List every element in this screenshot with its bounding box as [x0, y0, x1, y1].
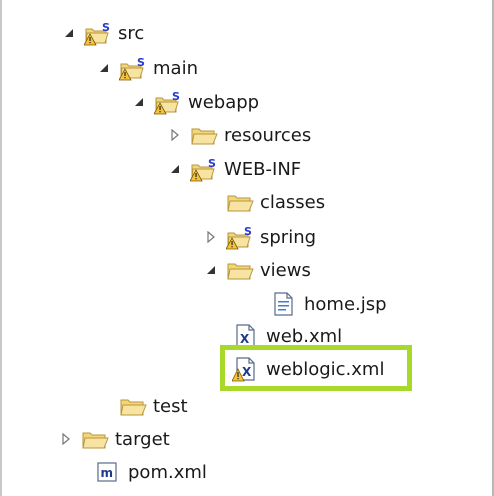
svg-text:S: S — [102, 21, 110, 34]
tree-item-label: views — [260, 259, 311, 281]
tree-item-label: WEB-INF — [224, 158, 302, 180]
tree-item-classes[interactable]: classes — [204, 187, 325, 217]
folder-icon — [119, 393, 147, 419]
tree-item-label: main — [153, 57, 198, 79]
tree-item-label: weblogic.xml — [266, 358, 385, 380]
source-folder-warning-icon: S — [190, 156, 218, 182]
maven-pom-icon: m — [94, 459, 122, 485]
tree-item-target[interactable]: target — [59, 424, 170, 454]
jsp-file-icon — [270, 291, 298, 317]
tree-item-src[interactable]: S src — [62, 18, 144, 48]
tree-item-webapp[interactable]: S webapp — [132, 87, 259, 117]
project-explorer-tree: S src S main S webapp resources S WEB-IN… — [0, 0, 494, 496]
tree-item-web-inf[interactable]: S WEB-INF — [168, 154, 301, 184]
tree-item-label: src — [118, 22, 145, 44]
svg-text:X: X — [240, 332, 250, 346]
tree-item-resources[interactable]: resources — [168, 120, 311, 150]
tree-item-label: spring — [260, 226, 317, 248]
folder-icon — [226, 257, 254, 283]
expanded-arrow-icon[interactable] — [132, 95, 146, 109]
tree-item-weblogic-xml[interactable]: X weblogic.xml — [210, 354, 384, 384]
collapsed-arrow-icon[interactable] — [204, 230, 218, 244]
expanded-arrow-icon[interactable] — [204, 263, 218, 277]
tree-item-test[interactable]: test — [97, 391, 188, 421]
folder-icon — [226, 189, 254, 215]
source-folder-warning-icon: S — [226, 224, 254, 250]
folder-icon — [190, 122, 218, 148]
source-folder-warning-icon: S — [84, 20, 112, 46]
expanded-arrow-icon[interactable] — [168, 162, 182, 176]
expanded-arrow-icon[interactable] — [62, 26, 76, 40]
svg-text:m: m — [101, 466, 114, 480]
source-folder-warning-icon: S — [119, 55, 147, 81]
tree-item-main[interactable]: S main — [97, 53, 198, 83]
tree-item-pom-xml[interactable]: m pom.xml — [72, 457, 207, 487]
svg-text:S: S — [137, 56, 145, 69]
tree-item-label: web.xml — [266, 325, 343, 347]
svg-text:S: S — [208, 157, 216, 170]
svg-text:S: S — [172, 90, 180, 103]
tree-item-label: resources — [224, 124, 312, 146]
collapsed-arrow-icon[interactable] — [59, 432, 73, 446]
tree-item-label: classes — [260, 191, 326, 213]
expanded-arrow-icon[interactable] — [97, 61, 111, 75]
tree-item-home-jsp[interactable]: home.jsp — [248, 289, 387, 319]
tree-item-label: webapp — [188, 91, 260, 113]
tree-item-views[interactable]: views — [204, 255, 311, 285]
tree-item-label: test — [153, 395, 188, 417]
folder-icon — [81, 426, 109, 452]
collapsed-arrow-icon[interactable] — [168, 128, 182, 142]
svg-text:S: S — [244, 225, 252, 238]
tree-item-label: home.jsp — [304, 293, 387, 315]
tree-item-label: target — [115, 428, 170, 450]
xml-file-warning-icon: X — [232, 356, 260, 382]
source-folder-warning-icon: S — [154, 89, 182, 115]
svg-text:X: X — [242, 365, 252, 379]
tree-item-label: pom.xml — [128, 461, 207, 483]
tree-item-spring[interactable]: S spring — [204, 222, 316, 252]
